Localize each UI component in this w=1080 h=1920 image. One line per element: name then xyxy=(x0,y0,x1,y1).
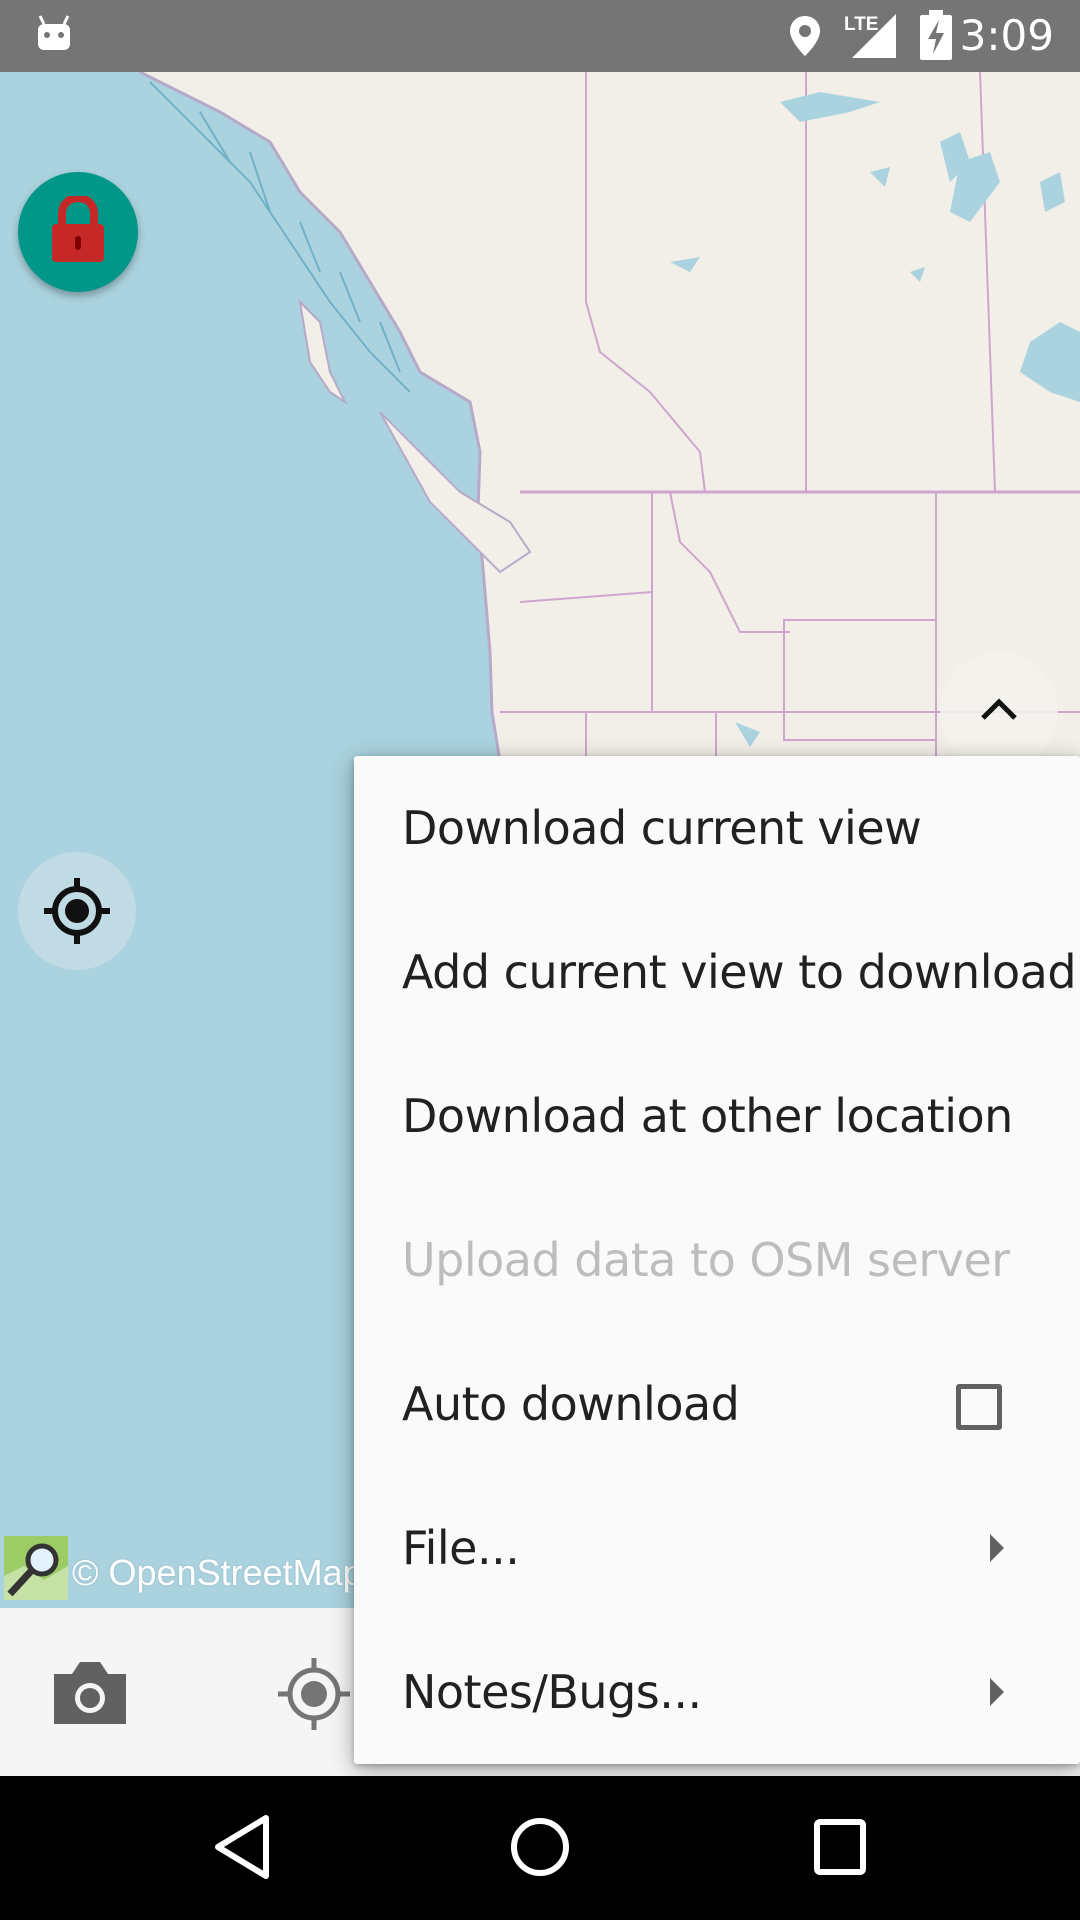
menu-item-label: Add current view to download xyxy=(402,945,1077,999)
back-icon[interactable] xyxy=(212,1814,272,1880)
attribution-text: © OpenStreetMap xyxy=(72,1552,363,1593)
menu-item-file[interactable]: File... xyxy=(354,1476,1080,1620)
menu-item-label: Download current view xyxy=(402,801,922,855)
android-debug-icon xyxy=(38,15,70,50)
menu-item-label: Upload data to OSM server xyxy=(402,1233,1010,1287)
map-attribution[interactable]: © OpenStreetMap xyxy=(0,1534,363,1608)
expand-button[interactable] xyxy=(940,652,1058,770)
recents-icon[interactable] xyxy=(812,1814,868,1880)
submenu-arrow-icon xyxy=(990,1678,1004,1706)
overflow-menu: Download current view Add current view t… xyxy=(354,756,1080,1764)
my-location-button[interactable] xyxy=(18,852,136,970)
osm-logo xyxy=(4,1536,68,1600)
home-icon[interactable] xyxy=(508,1814,572,1880)
my-location-icon xyxy=(44,878,110,944)
signal-icon xyxy=(852,14,896,58)
clock: 3:09 xyxy=(959,11,1054,60)
menu-item-label: Notes/Bugs... xyxy=(402,1665,702,1719)
status-bar: LTE 3:09 xyxy=(0,0,1080,72)
menu-item-add-current-view[interactable]: Add current view to download xyxy=(354,900,1080,1044)
lock-icon xyxy=(52,196,104,262)
menu-item-upload-data: Upload data to OSM server xyxy=(354,1188,1080,1332)
menu-item-notes-bugs[interactable]: Notes/Bugs... xyxy=(354,1620,1080,1764)
menu-item-label: Download at other location xyxy=(402,1089,1013,1143)
menu-item-download-current-view[interactable]: Download current view xyxy=(354,756,1080,900)
gps-icon[interactable] xyxy=(276,1656,352,1732)
chevron-up-icon xyxy=(981,698,1017,720)
navigation-bar xyxy=(0,1776,1080,1920)
camera-icon[interactable] xyxy=(50,1660,130,1726)
menu-item-auto-download[interactable]: Auto download xyxy=(354,1332,1080,1476)
auto-download-checkbox[interactable] xyxy=(956,1384,1002,1430)
submenu-arrow-icon xyxy=(990,1534,1004,1562)
menu-item-label: Auto download xyxy=(402,1377,740,1431)
battery-charging-icon xyxy=(920,10,952,60)
menu-item-download-other-location[interactable]: Download at other location xyxy=(354,1044,1080,1188)
location-pin-icon xyxy=(790,16,820,56)
lock-button[interactable] xyxy=(18,172,138,292)
menu-item-label: File... xyxy=(402,1521,520,1575)
